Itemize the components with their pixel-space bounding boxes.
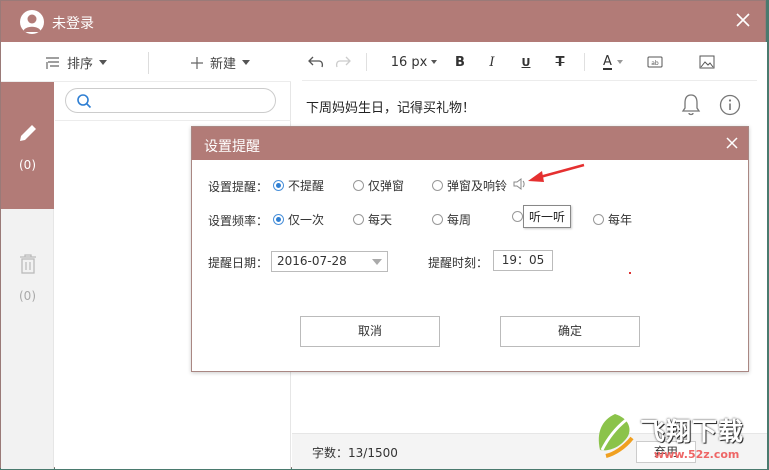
font-color-label: A — [603, 53, 612, 70]
radio-label: 弹窗及响铃 — [447, 179, 508, 193]
date-picker[interactable]: 2016-07-28 — [271, 251, 388, 272]
sidebar-item-trash[interactable]: (0) — [1, 247, 54, 307]
chevron-down-icon — [372, 259, 382, 265]
frequency-label: 设置频率： — [208, 214, 269, 228]
code-block-icon[interactable]: ab — [647, 53, 663, 71]
frequency-option-weekly[interactable]: 每周 — [432, 211, 471, 228]
new-note-button[interactable]: 新建 — [190, 53, 251, 72]
toolbar-divider — [584, 53, 585, 71]
time-input[interactable]: 19：05 — [493, 250, 553, 271]
radio-icon — [353, 214, 364, 225]
search-box[interactable] — [65, 88, 276, 113]
sort-icon — [46, 56, 59, 69]
reminder-option-popup-ring[interactable]: 弹窗及响铃 — [432, 177, 507, 194]
toolbar-divider — [148, 52, 149, 74]
radio-label: 仅弹窗 — [368, 179, 405, 193]
dialog-title-bar: 设置提醒 — [192, 127, 748, 160]
sidebar-item-notes[interactable]: (0) — [1, 82, 54, 209]
reminder-option-none[interactable]: 不提醒 — [273, 177, 324, 194]
dialog-close-icon[interactable] — [724, 135, 740, 151]
reminder-label: 设置提醒： — [208, 180, 269, 194]
radio-icon — [432, 180, 443, 191]
ok-button[interactable]: 确定 — [500, 316, 640, 347]
dialog-title: 设置提醒 — [204, 139, 260, 155]
watermark-logo-icon — [598, 414, 634, 458]
frequency-option-once[interactable]: 仅一次 — [273, 211, 324, 228]
chevron-down-icon — [99, 60, 108, 65]
radio-label: 每天 — [368, 213, 393, 227]
list-toolbar: 排序 新建 — [1, 42, 291, 82]
reminder-dialog: 设置提醒 设置提醒： 不提醒 仅弹窗 弹窗及响铃 设置频率： 仅一次 每天 每周 — [191, 126, 749, 372]
date-label: 提醒日期： — [208, 256, 269, 270]
user-avatar-icon[interactable] — [20, 10, 44, 34]
watermark: 飞翔下载 www.52z.com — [592, 408, 769, 470]
editor-toolbar: 16 px B I U T A ab — [302, 42, 757, 81]
sort-button[interactable]: 排序 — [45, 53, 108, 72]
plus-icon — [191, 56, 203, 69]
red-dot — [629, 272, 631, 274]
frequency-option-yearly[interactable]: 每年 — [593, 211, 632, 228]
trash-icon — [20, 254, 36, 274]
trash-count: (0) — [19, 289, 36, 303]
sort-label: 排序 — [67, 57, 94, 72]
info-icon[interactable] — [719, 94, 741, 120]
radio-icon — [432, 214, 443, 225]
list-divider — [55, 120, 291, 121]
word-count: 字数：13/1500 — [312, 446, 398, 460]
cancel-button[interactable]: 取消 — [300, 316, 440, 347]
redo-icon[interactable] — [334, 53, 352, 71]
caret-down-icon — [431, 60, 438, 64]
undo-icon[interactable] — [307, 53, 325, 71]
underline-button[interactable]: U — [518, 53, 534, 71]
search-icon — [77, 94, 92, 109]
new-note-label: 新建 — [210, 57, 237, 72]
watermark-text: 飞翔下载 — [640, 417, 745, 446]
font-size-value: 16 px — [390, 54, 428, 70]
toolbar-divider — [366, 53, 367, 71]
watermark-url: www.52z.com — [654, 448, 740, 461]
svg-text:ab: ab — [651, 60, 659, 67]
radio-label: 每周 — [447, 213, 472, 227]
radio-icon — [353, 180, 364, 191]
image-icon[interactable] — [699, 53, 715, 71]
font-size-select[interactable]: 16 px — [388, 53, 440, 71]
strikethrough-button[interactable]: T — [552, 53, 568, 71]
radio-label: 仅一次 — [288, 213, 325, 227]
search-input[interactable] — [96, 92, 266, 109]
font-color-button[interactable]: A — [598, 53, 628, 71]
note-content[interactable]: 下周妈妈生日，记得买礼物！ — [306, 97, 475, 116]
title-bar: 未登录 — [1, 1, 765, 42]
login-status-title[interactable]: 未登录 — [52, 13, 94, 33]
date-value: 2016-07-28 — [277, 254, 347, 268]
notes-count: (0) — [19, 158, 36, 172]
chevron-down-icon — [242, 60, 251, 65]
red-arrow-annotation — [528, 163, 585, 182]
caret-down-icon — [616, 60, 623, 64]
preview-sound-tooltip: 听一听 — [523, 205, 572, 228]
bold-button[interactable]: B — [452, 53, 468, 71]
radio-selected-icon — [273, 214, 284, 225]
radio-icon — [512, 211, 523, 222]
bell-icon[interactable] — [680, 93, 702, 121]
radio-icon — [593, 214, 604, 225]
radio-label: 每年 — [608, 213, 633, 227]
close-icon[interactable] — [734, 11, 752, 29]
sidebar: (0) (0) — [1, 82, 54, 469]
radio-selected-icon — [273, 180, 284, 191]
reminder-option-popup[interactable]: 仅弹窗 — [353, 177, 404, 194]
pencil-icon — [20, 125, 36, 141]
frequency-option-daily[interactable]: 每天 — [353, 211, 392, 228]
time-label: 提醒时刻： — [428, 256, 489, 270]
italic-button[interactable]: I — [484, 53, 500, 71]
radio-label: 不提醒 — [288, 179, 325, 193]
